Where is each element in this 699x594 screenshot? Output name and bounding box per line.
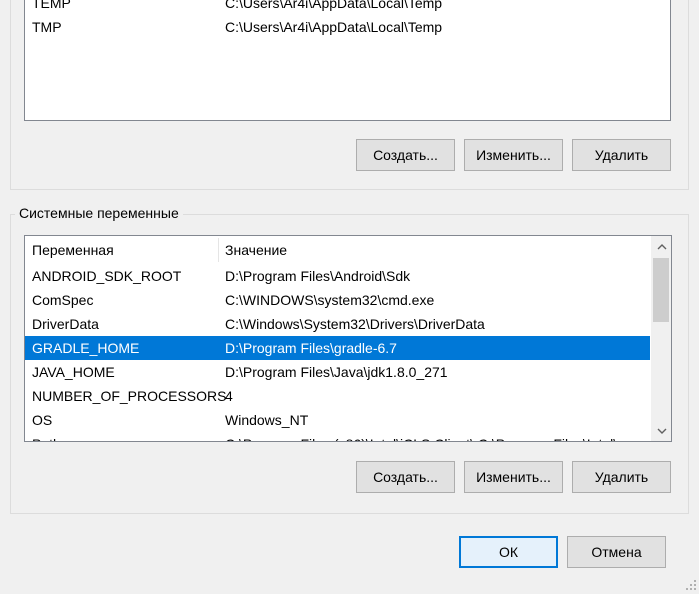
list-header: Переменная Значение bbox=[25, 238, 650, 262]
variable-name: NUMBER_OF_PROCESSORS bbox=[32, 388, 227, 404]
table-row[interactable]: JAVA_HOME D:\Program Files\Java\jdk1.8.0… bbox=[25, 360, 650, 384]
list-item[interactable]: TMP C:\Users\Ar4i\AppData\Local\Temp bbox=[25, 15, 670, 39]
system-edit-button[interactable]: Изменить... bbox=[464, 461, 563, 493]
variable-value: D:\Program Files\Java\jdk1.8.0_271 bbox=[225, 364, 448, 380]
ok-button[interactable]: ОК bbox=[459, 536, 558, 568]
variable-value: D:\Program Files\Android\Sdk bbox=[225, 268, 411, 284]
variable-value: C:\Program Files (x86)\Intel\iCLS Client… bbox=[225, 432, 629, 441]
column-header-value[interactable]: Значение bbox=[225, 238, 287, 262]
group-title: Системные переменные bbox=[15, 205, 183, 221]
variable-name: DriverData bbox=[32, 316, 99, 332]
variable-value: C:\Windows\System32\Drivers\DriverData bbox=[225, 316, 485, 332]
variable-name: TMP bbox=[32, 19, 62, 35]
table-row-selected[interactable]: GRADLE_HOME D:\Program Files\gradle-6.7 bbox=[25, 336, 650, 360]
variable-name: JAVA_HOME bbox=[32, 364, 115, 380]
table-row[interactable]: OS Windows_NT bbox=[25, 408, 650, 432]
variable-name: ComSpec bbox=[32, 292, 94, 308]
variable-value: C:\Users\Ar4i\AppData\Local\Temp bbox=[225, 0, 443, 11]
user-new-button[interactable]: Создать... bbox=[356, 139, 455, 171]
system-variables-list[interactable]: Переменная Значение ANDROID_SDK_ROOT D:\… bbox=[24, 235, 672, 442]
resize-grip-icon[interactable] bbox=[685, 578, 697, 590]
vertical-scrollbar[interactable] bbox=[651, 236, 671, 441]
chevron-down-icon[interactable] bbox=[653, 422, 670, 439]
chevron-up-icon[interactable] bbox=[653, 238, 670, 255]
user-delete-button[interactable]: Удалить bbox=[572, 139, 671, 171]
variable-value: C:\WINDOWS\system32\cmd.exe bbox=[225, 292, 435, 308]
variable-value: Windows_NT bbox=[225, 412, 309, 428]
table-row[interactable]: Path C:\Program Files (x86)\Intel\iCLS C… bbox=[25, 432, 650, 441]
user-edit-button[interactable]: Изменить... bbox=[464, 139, 563, 171]
column-divider[interactable] bbox=[218, 238, 219, 262]
variable-value: D:\Program Files\gradle-6.7 bbox=[225, 340, 397, 356]
variable-name: GRADLE_HOME bbox=[32, 340, 140, 356]
variable-value: 4 bbox=[225, 388, 233, 404]
list-item[interactable]: TEMP C:\Users\Ar4i\AppData\Local\Temp bbox=[25, 0, 670, 15]
system-delete-button[interactable]: Удалить bbox=[572, 461, 671, 493]
variable-name: TEMP bbox=[32, 0, 71, 11]
variable-name: ANDROID_SDK_ROOT bbox=[32, 268, 182, 284]
column-header-name[interactable]: Переменная bbox=[32, 238, 114, 262]
variable-name: OS bbox=[32, 412, 53, 428]
system-new-button[interactable]: Создать... bbox=[356, 461, 455, 493]
scrollbar-thumb[interactable] bbox=[653, 258, 669, 322]
cancel-button[interactable]: Отмена bbox=[567, 536, 666, 568]
table-row[interactable]: DriverData C:\Windows\System32\Drivers\D… bbox=[25, 312, 650, 336]
table-row[interactable]: ANDROID_SDK_ROOT D:\Program Files\Androi… bbox=[25, 264, 650, 288]
user-variables-list[interactable]: TEMP C:\Users\Ar4i\AppData\Local\Temp TM… bbox=[24, 0, 671, 121]
variable-value: C:\Users\Ar4i\AppData\Local\Temp bbox=[225, 19, 443, 35]
variable-name: Path bbox=[32, 432, 61, 441]
table-row[interactable]: ComSpec C:\WINDOWS\system32\cmd.exe bbox=[25, 288, 650, 312]
table-row[interactable]: NUMBER_OF_PROCESSORS 4 bbox=[25, 384, 650, 408]
